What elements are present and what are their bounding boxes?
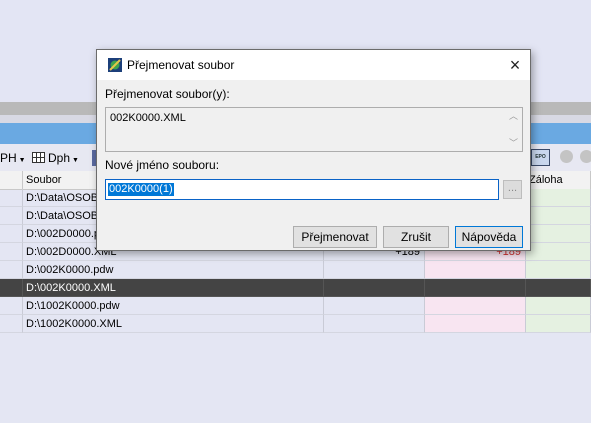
value-cell <box>324 279 425 297</box>
advance-cell <box>526 261 591 279</box>
header-cell-marker <box>0 171 23 189</box>
value-cell <box>324 315 425 333</box>
file-cell: D:\002K0000.XML <box>23 279 324 297</box>
scroll-up-icon[interactable]: ︿ <box>506 110 521 122</box>
file-cell: D:\1002K0000.XML <box>23 315 324 333</box>
table-row[interactable]: D:\1002K0000.XML <box>0 315 591 333</box>
cancel-button[interactable]: Zrušit <box>383 226 449 248</box>
advance-cell <box>526 297 591 315</box>
source-files-list[interactable]: 002K0000.XML ︿ ﹀ <box>105 107 523 152</box>
close-button[interactable]: × <box>500 50 530 80</box>
dph-dropdown-button[interactable]: Dph ▼ <box>32 150 79 166</box>
app-icon <box>108 58 122 72</box>
advance-cell <box>526 189 591 207</box>
table-icon <box>32 152 45 163</box>
table-row[interactable]: D:\1002K0000.pdw <box>0 297 591 315</box>
row-marker <box>0 279 23 297</box>
source-files-label: Přejmenovat soubor(y): <box>105 87 230 101</box>
value-cell <box>324 297 425 315</box>
dialog-title: Přejmenovat soubor <box>127 58 235 72</box>
vat-dropdown-button[interactable]: PH ▼ <box>0 150 26 166</box>
file-cell: D:\1002K0000.pdw <box>23 297 324 315</box>
rename-dialog: Přejmenovat soubor × Přejmenovat soubor(… <box>96 49 531 251</box>
value-cell <box>425 315 526 333</box>
settings-icon[interactable] <box>560 150 573 163</box>
chevron-down-icon: ▼ <box>72 157 79 164</box>
file-cell: D:\002K0000.pdw <box>23 261 324 279</box>
row-marker <box>0 261 23 279</box>
row-marker <box>0 315 23 333</box>
settings2-icon[interactable] <box>580 150 591 163</box>
epo-icon-label: EPO <box>535 154 546 160</box>
row-marker <box>0 189 23 207</box>
close-icon: × <box>509 55 521 75</box>
new-name-value: 002K0000(1) <box>108 183 174 196</box>
dph-dropdown-label: Dph <box>48 151 71 165</box>
dialog-titlebar[interactable]: Přejmenovat soubor × <box>97 50 530 80</box>
new-name-label: Nové jméno souboru: <box>105 158 220 172</box>
row-marker <box>0 207 23 225</box>
scroll-down-icon[interactable]: ﹀ <box>506 137 521 149</box>
advance-cell <box>526 279 591 297</box>
advance-cell <box>526 225 591 243</box>
header-cell-advance[interactable]: Záloha <box>526 171 591 189</box>
row-marker <box>0 243 23 261</box>
help-button[interactable]: Nápověda <box>455 226 523 248</box>
epo-icon[interactable]: EPO <box>531 149 550 166</box>
rename-button[interactable]: Přejmenovat <box>293 226 377 248</box>
advance-cell <box>526 243 591 261</box>
browse-button[interactable]: ... <box>503 180 522 199</box>
row-marker <box>0 225 23 243</box>
advance-cell <box>526 315 591 333</box>
table-row[interactable]: D:\002K0000.pdw <box>0 261 591 279</box>
value-cell <box>425 261 526 279</box>
advance-cell <box>526 207 591 225</box>
chevron-down-icon: ▼ <box>18 157 26 164</box>
vat-dropdown-label: PH <box>0 151 17 165</box>
value-cell <box>425 297 526 315</box>
source-file-item: 002K0000.XML <box>110 112 186 124</box>
new-name-input[interactable]: 002K0000(1) <box>105 179 499 200</box>
row-marker <box>0 297 23 315</box>
table-row-selected[interactable]: D:\002K0000.XML <box>0 279 591 297</box>
value-cell <box>425 279 526 297</box>
value-cell <box>324 261 425 279</box>
scrollbar[interactable]: ︿ ﹀ <box>506 109 521 150</box>
